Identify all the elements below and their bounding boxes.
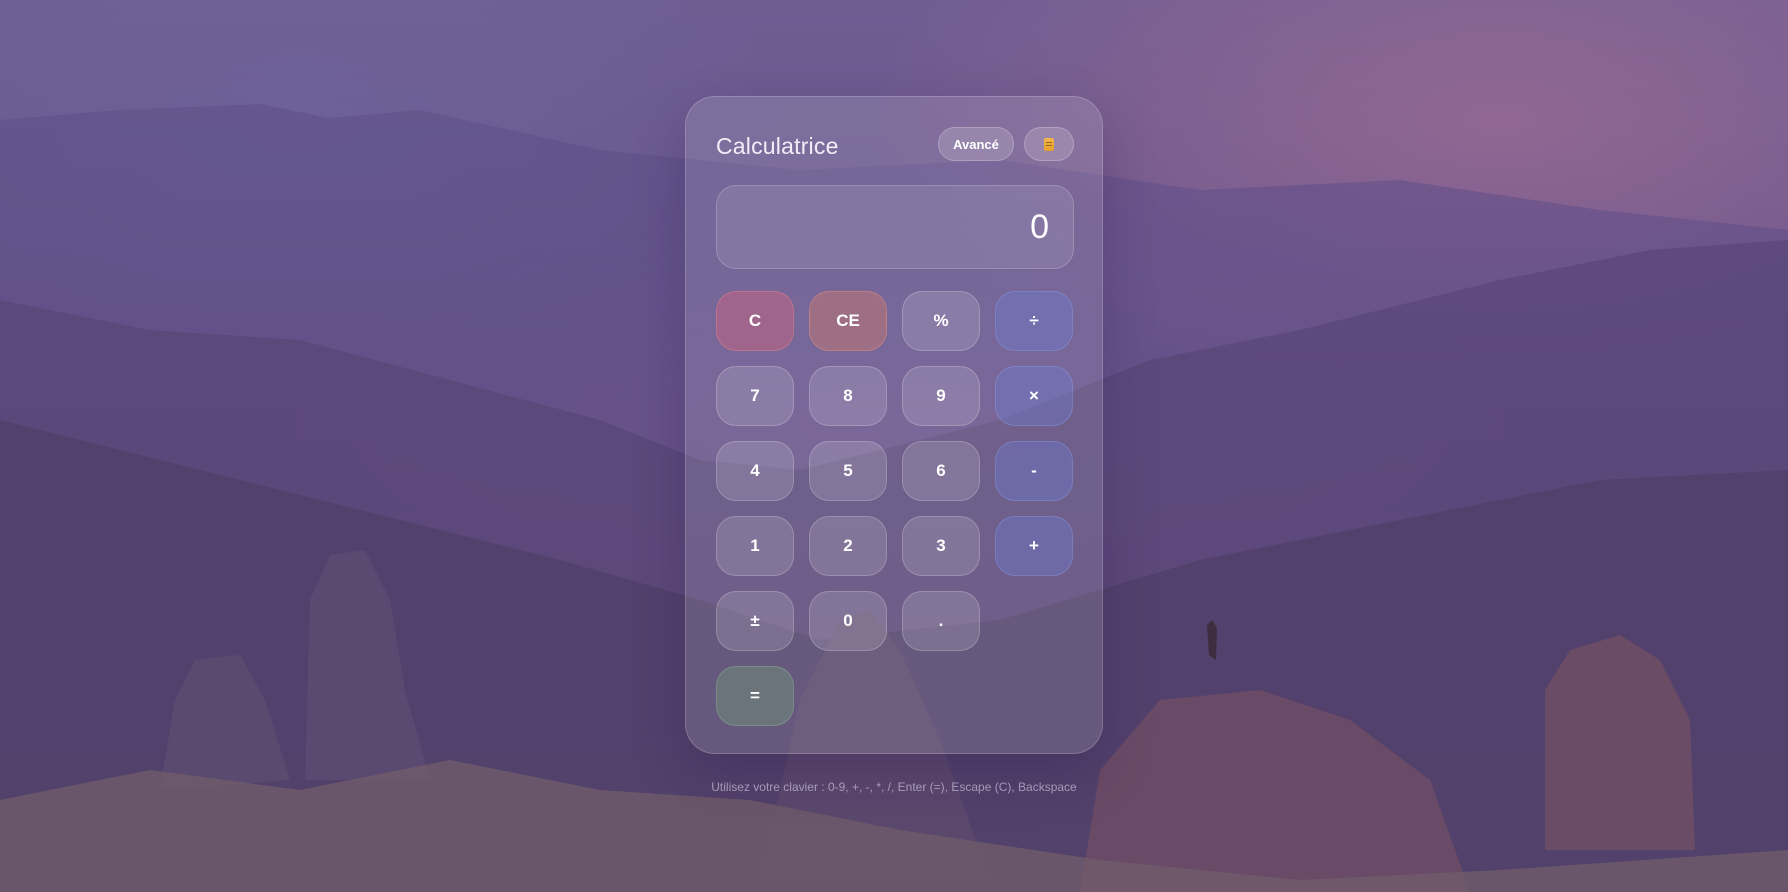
digit-2-button[interactable]: 2 <box>809 516 887 576</box>
digit-4-button[interactable]: 4 <box>716 441 794 501</box>
digit-9-button[interactable]: 9 <box>902 366 980 426</box>
digit-0-button[interactable]: 0 <box>809 591 887 651</box>
equals-button[interactable]: = <box>716 666 794 726</box>
add-button[interactable]: + <box>995 516 1073 576</box>
keyboard-hint: Utilisez votre clavier : 0-9, +, -, *, /… <box>711 780 1077 794</box>
digit-3-button[interactable]: 3 <box>902 516 980 576</box>
digit-1-button[interactable]: 1 <box>716 516 794 576</box>
advanced-mode-button[interactable]: Avancé <box>938 127 1014 161</box>
history-notepad-icon <box>1044 137 1054 151</box>
clear-button[interactable]: C <box>716 291 794 351</box>
plus-minus-button[interactable]: ± <box>716 591 794 651</box>
digit-5-button[interactable]: 5 <box>809 441 887 501</box>
digit-7-button[interactable]: 7 <box>716 366 794 426</box>
multiply-button[interactable]: × <box>995 366 1073 426</box>
digit-6-button[interactable]: 6 <box>902 441 980 501</box>
history-button[interactable] <box>1024 127 1074 161</box>
divide-button[interactable]: ÷ <box>995 291 1073 351</box>
display: 0 <box>716 185 1074 269</box>
clear-entry-button[interactable]: CE <box>809 291 887 351</box>
display-value: 0 <box>1030 208 1049 246</box>
calculator-card: Calculatrice Avancé 0 C CE % ÷ 7 8 9 × 4… <box>685 96 1103 754</box>
digit-8-button[interactable]: 8 <box>809 366 887 426</box>
percent-button[interactable]: % <box>902 291 980 351</box>
decimal-button[interactable]: . <box>902 591 980 651</box>
subtract-button[interactable]: - <box>995 441 1073 501</box>
app-title: Calculatrice <box>716 133 839 159</box>
